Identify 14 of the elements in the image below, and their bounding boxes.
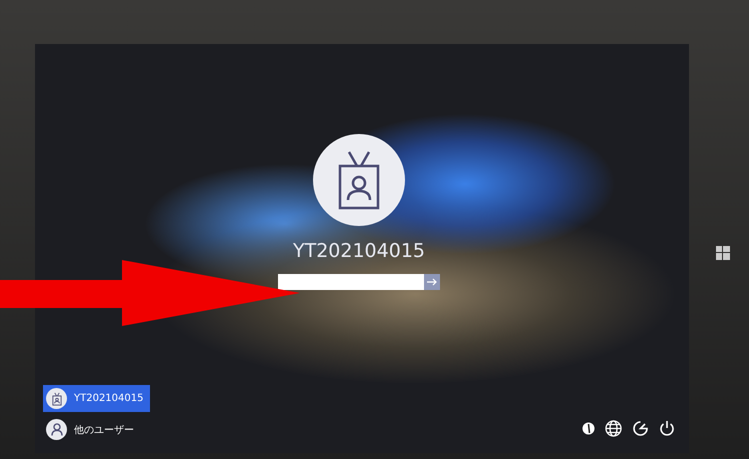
refresh-icon[interactable] xyxy=(632,420,649,437)
accessibility-icon[interactable] xyxy=(582,422,595,435)
account-name: YT202104015 xyxy=(292,240,425,262)
arrow-right-icon xyxy=(427,278,437,286)
id-badge-icon xyxy=(336,150,382,210)
password-field[interactable] xyxy=(278,274,424,290)
id-badge-icon xyxy=(52,392,62,406)
globe-icon[interactable] xyxy=(605,420,622,437)
person-icon xyxy=(50,423,62,436)
power-icon[interactable] xyxy=(659,420,675,437)
user-list-item[interactable]: 他のユーザー xyxy=(43,416,150,443)
windows-logo-icon[interactable] xyxy=(716,246,730,260)
user-list-item[interactable]: YT202104015 xyxy=(43,385,150,412)
submit-button[interactable] xyxy=(424,274,440,290)
